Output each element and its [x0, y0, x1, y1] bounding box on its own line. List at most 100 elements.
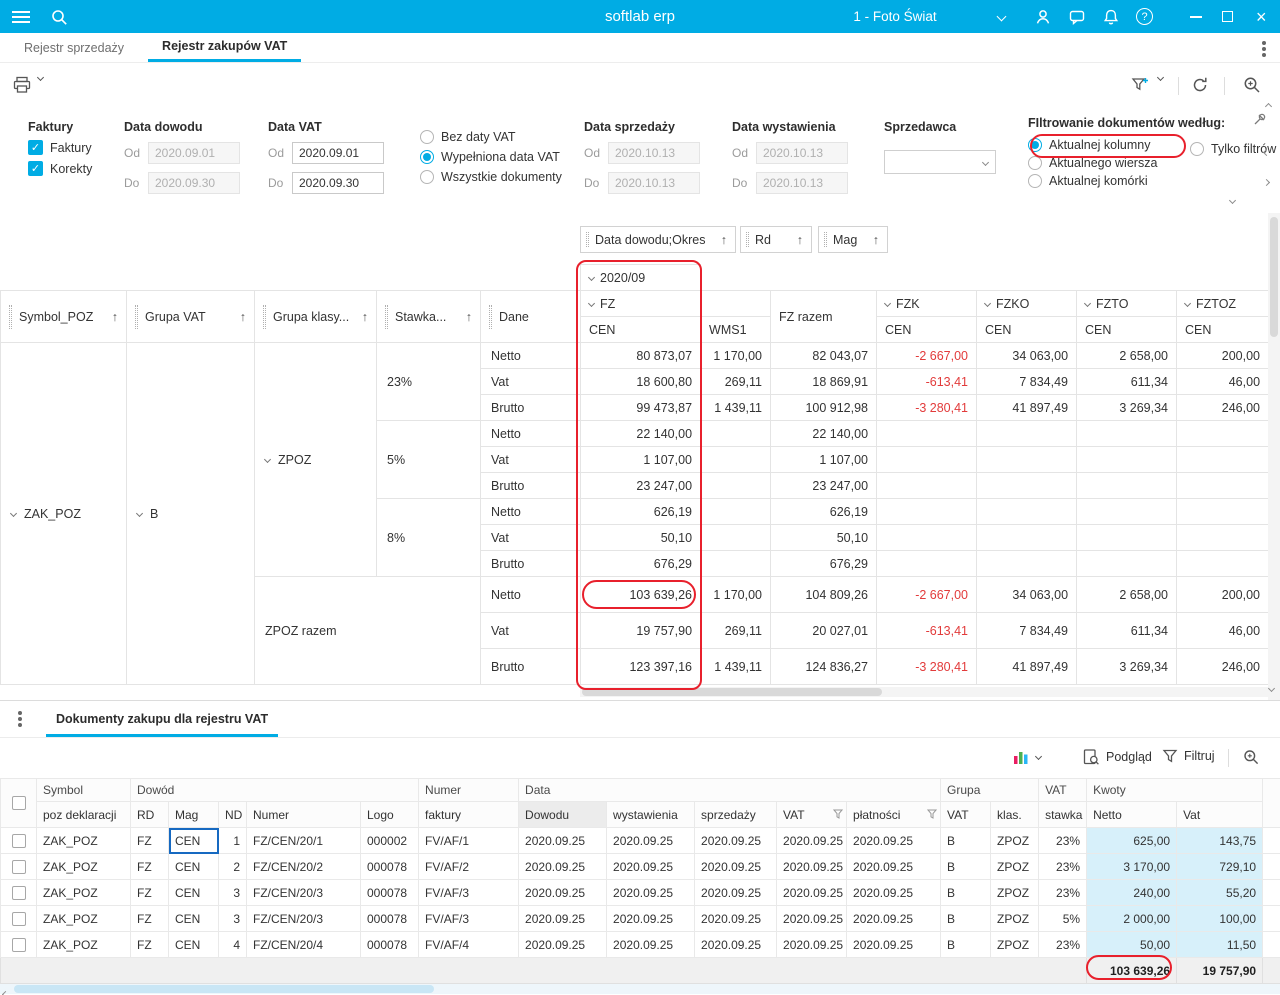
grid-cell[interactable]: 3	[218, 905, 247, 932]
pivot-value-cell[interactable]: -2 667,00	[876, 342, 978, 369]
pivot-value-cell[interactable]	[700, 550, 772, 577]
col-vat-amount[interactable]: Vat	[1176, 801, 1264, 828]
pivot-rowgroup-razem[interactable]: ZPOZ razem	[254, 576, 481, 685]
grid-cell[interactable]: 2020.09.25	[776, 905, 848, 932]
pivot-value-cell[interactable]	[1176, 446, 1270, 473]
grid-cell[interactable]: 000002	[359, 827, 420, 854]
pivot-value-cell[interactable]: -3 280,41	[876, 394, 978, 421]
pivot-value-cell[interactable]: 80 873,07	[580, 342, 702, 369]
collapse-chevron-icon[interactable]	[9, 509, 18, 517]
pin-icon[interactable]	[1252, 112, 1268, 131]
drag-handle-icon[interactable]	[746, 232, 749, 247]
grid-cell[interactable]: B	[940, 827, 992, 854]
grid-cell[interactable]: 50,00	[1086, 931, 1178, 958]
company-chevron-down-icon[interactable]	[996, 0, 1007, 33]
pivot-value-cell[interactable]: 34 063,00	[976, 342, 1078, 369]
close-button[interactable]: ×	[1256, 0, 1267, 33]
grid-cell[interactable]: 2020.09.25	[518, 931, 608, 958]
pivot-dane-label[interactable]: Brutto	[479, 472, 582, 499]
tab-rejestr-zakupow-vat[interactable]: Rejestr zakupów VAT	[148, 33, 302, 62]
col-rd[interactable]: RD	[130, 801, 169, 828]
grid-cell[interactable]: 2020.09.25	[846, 827, 942, 854]
pivot-value-cell[interactable]	[1176, 420, 1270, 447]
grid-cell[interactable]: 2020.09.25	[846, 853, 942, 880]
search-documents-icon[interactable]	[1242, 75, 1262, 95]
print-icon[interactable]	[12, 75, 32, 95]
filter-settings-icon[interactable]	[1130, 75, 1150, 95]
grid-cell[interactable]: FV/AF/1	[418, 827, 520, 854]
pivot-value-cell[interactable]: 41 897,49	[976, 394, 1078, 421]
pivot-value-cell[interactable]: 200,00	[1176, 576, 1270, 613]
pivot-field-grupa-klas[interactable]: Grupa klasy... ↑	[254, 290, 377, 343]
chart-icon[interactable]	[1012, 748, 1030, 766]
pivot-value-cell[interactable]: 22 140,00	[580, 420, 702, 447]
radio-icon[interactable]	[420, 130, 434, 144]
col-platnosci[interactable]: płatności	[846, 801, 942, 828]
pivot-value-cell[interactable]	[976, 498, 1078, 525]
row-checkbox[interactable]	[11, 937, 26, 952]
radio-icon[interactable]	[1190, 142, 1204, 156]
sprzedawca-combobox[interactable]	[884, 150, 996, 174]
preview-button[interactable]: Podgląd	[1082, 748, 1152, 766]
grid-cell[interactable]: FZ/CEN/20/2	[246, 853, 361, 880]
radio-selected-icon[interactable]	[420, 150, 434, 164]
col-nd[interactable]: ND	[218, 801, 247, 828]
pivot-value-cell[interactable]	[876, 550, 978, 577]
pivot-value-cell[interactable]	[1076, 550, 1178, 577]
pivot-value-cell[interactable]: 611,34	[1076, 612, 1178, 649]
pivot-value-cell[interactable]: 50,10	[580, 524, 702, 551]
pivot-value-cell[interactable]: 269,11	[700, 612, 772, 649]
pivot-value-cell[interactable]: 626,19	[580, 498, 702, 525]
grid-cell[interactable]: 100,00	[1176, 905, 1264, 932]
data-wystawienia-do-input[interactable]	[756, 172, 848, 194]
grid-cell[interactable]: 240,00	[1086, 879, 1178, 906]
pivot-value-cell[interactable]: 23 247,00	[770, 472, 878, 499]
scrollbar-thumb[interactable]	[582, 688, 882, 696]
scroll-left-icon[interactable]	[1, 986, 10, 995]
pivot-dane-label[interactable]: Brutto	[479, 648, 582, 685]
grid-cell[interactable]: 2020.09.25	[606, 905, 696, 932]
pivot-col-fztoz[interactable]: FZTOZ	[1176, 290, 1270, 317]
pivot-value-cell[interactable]: -2 667,00	[876, 576, 978, 613]
company-selector[interactable]: 1 - Foto Świat	[795, 0, 995, 33]
pivot-value-cell[interactable]	[700, 498, 772, 525]
grid-cell[interactable]: 2020.09.25	[518, 853, 608, 880]
grid-cell[interactable]: 2020.09.25	[776, 931, 848, 958]
radio-bez-daty-vat[interactable]: Bez daty VAT	[420, 130, 570, 144]
grid-cell[interactable]: 5%	[1038, 905, 1088, 932]
maximize-button[interactable]	[1222, 0, 1233, 33]
grid-cell[interactable]: ZAK_POZ	[36, 853, 131, 880]
pivot-field-chip-mag[interactable]: Mag ↑	[818, 226, 888, 253]
sort-asc-icon[interactable]: ↑	[873, 233, 879, 247]
row-select-cell[interactable]	[0, 931, 37, 958]
data-vat-do-input[interactable]	[292, 172, 384, 194]
pivot-value-cell[interactable]: 3 269,34	[1076, 394, 1178, 421]
grid-cell[interactable]: ZAK_POZ	[36, 931, 131, 958]
pivot-value-cell[interactable]	[1176, 472, 1270, 499]
pivot-value-cell[interactable]: 200,00	[1176, 342, 1270, 369]
collapse-chevron-icon[interactable]	[587, 273, 596, 281]
pivot-vertical-scrollbar[interactable]	[1268, 213, 1280, 700]
pivot-col-cen[interactable]: CEN	[1076, 316, 1178, 343]
drag-handle-icon[interactable]	[385, 304, 388, 329]
filter-scroll-left-icon[interactable]	[1262, 144, 1271, 158]
grid-cell[interactable]: 2020.09.25	[694, 905, 778, 932]
radio-icon[interactable]	[420, 170, 434, 184]
pivot-value-cell[interactable]	[876, 498, 978, 525]
grid-cell[interactable]: CEN	[168, 931, 219, 958]
pivot-col-fz[interactable]: FZ	[580, 290, 702, 317]
pivot-value-cell[interactable]: 269,11	[700, 368, 772, 395]
row-checkbox[interactable]	[11, 885, 26, 900]
pivot-rowgroup-grupa-vat[interactable]: B	[126, 342, 255, 685]
grid-cell[interactable]: FZ/CEN/20/1	[246, 827, 361, 854]
grid-cell[interactable]: 2020.09.25	[606, 931, 696, 958]
sort-asc-icon[interactable]: ↑	[797, 233, 803, 247]
grid-cell[interactable]: FZ/CEN/20/3	[246, 905, 361, 932]
col-netto[interactable]: Netto	[1086, 801, 1178, 828]
pivot-value-cell[interactable]: 1 439,11	[700, 648, 772, 685]
grid-cell[interactable]: 2020.09.25	[518, 905, 608, 932]
grid-cell[interactable]: 2020.09.25	[518, 827, 608, 854]
pivot-value-cell[interactable]	[1176, 524, 1270, 551]
collapse-chevron-icon[interactable]	[135, 509, 144, 517]
pivot-value-cell[interactable]	[700, 472, 772, 499]
